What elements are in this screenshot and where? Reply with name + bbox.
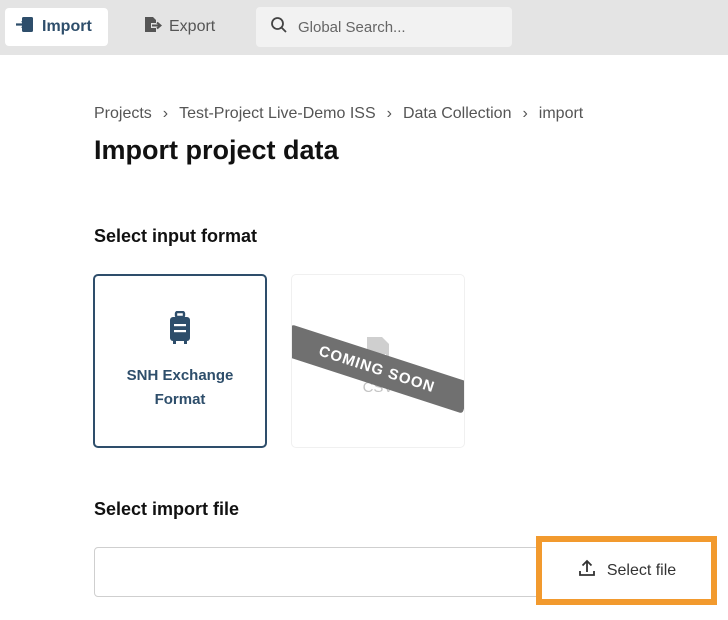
breadcrumb-current: import xyxy=(538,105,584,122)
breadcrumb: Projects › Test-Project Live-Demo ISS › … xyxy=(94,105,583,123)
suitcase-icon xyxy=(167,310,193,350)
format-option-label: SNH Exchange Format xyxy=(126,366,234,408)
import-file-heading: Select import file xyxy=(94,499,240,519)
global-search-input[interactable]: Global Search... xyxy=(256,7,512,47)
upload-icon xyxy=(577,558,597,583)
top-toolbar: Import Export Global Search... xyxy=(0,0,728,55)
breadcrumb-separator-icon: › xyxy=(162,105,169,122)
input-format-heading: Select input format xyxy=(94,226,258,246)
format-option-snh[interactable]: SNH Exchange Format xyxy=(93,274,267,448)
breadcrumb-separator-icon: › xyxy=(522,105,528,122)
breadcrumb-project[interactable]: Test-Project Live-Demo ISS xyxy=(179,105,376,123)
select-file-label: Select file xyxy=(606,561,677,579)
breadcrumb-data-collection[interactable]: Data Collection xyxy=(403,105,512,123)
format-option-csv: CSV CSV COMING SOON xyxy=(291,274,465,448)
import-icon xyxy=(15,15,35,40)
page-title: Import project data xyxy=(94,135,339,165)
breadcrumb-projects[interactable]: Projects xyxy=(94,105,152,123)
search-placeholder: Global Search... xyxy=(298,18,406,36)
export-button[interactable]: Export xyxy=(132,8,242,46)
export-icon xyxy=(142,15,163,40)
search-icon xyxy=(270,16,288,38)
export-label: Export xyxy=(169,18,216,35)
breadcrumb-separator-icon: › xyxy=(386,105,392,122)
import-button[interactable]: Import xyxy=(5,8,108,46)
import-label: Import xyxy=(42,18,92,35)
select-file-button[interactable]: Select file xyxy=(536,536,717,605)
